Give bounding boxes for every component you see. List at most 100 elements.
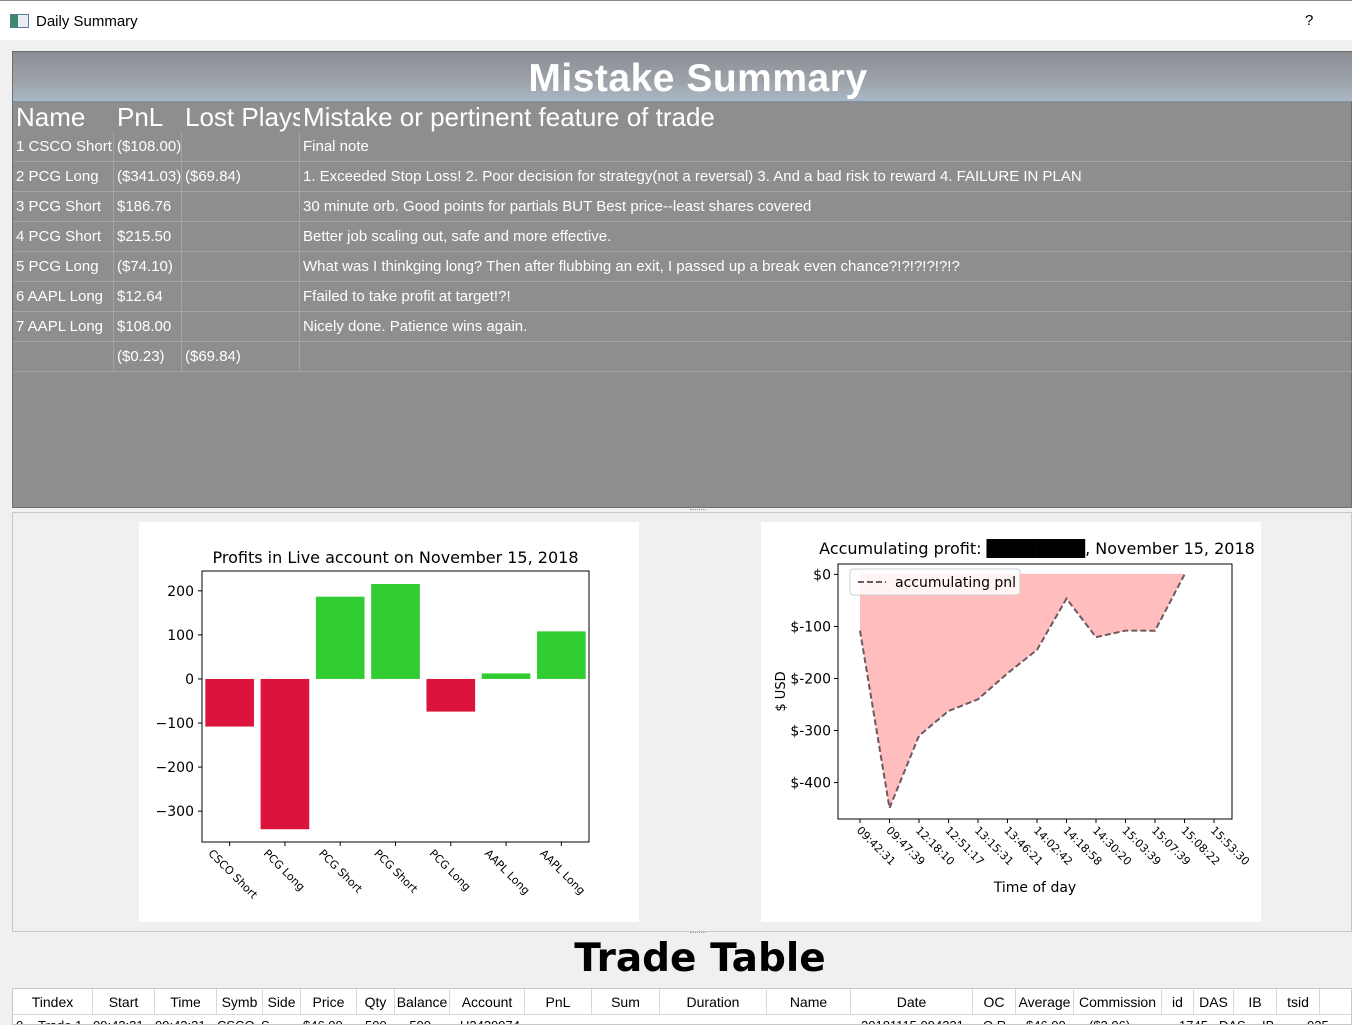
row-pnl-cell[interactable]: ($74.10) — [114, 252, 182, 282]
help-button[interactable]: ? — [1305, 12, 1313, 29]
trade-column-header-symb[interactable]: Symb — [217, 989, 263, 1015]
row-name-cell[interactable]: 3 PCG Short — [13, 192, 114, 222]
row-pnl-cell[interactable]: $108.00 — [114, 312, 182, 342]
trade-cell[interactable]: 09:42:31 — [93, 1019, 144, 1024]
trade-column-header-tsid[interactable]: tsid — [1277, 989, 1320, 1015]
trade-column-header-das[interactable]: DAS — [1194, 989, 1234, 1015]
table-row[interactable]: 4 PCG Short $215.50 Better job scaling out… — [13, 222, 1352, 252]
trade-column-header-side[interactable]: Side — [263, 989, 301, 1015]
row-mistake-cell[interactable]: Nicely done. Patience wins again. — [300, 312, 1352, 342]
row-mistake-cell[interactable]: Final note — [300, 132, 1352, 162]
trade-cell[interactable]: IB — [1262, 1019, 1274, 1024]
row-name-cell[interactable]: 7 AAPL Long — [13, 312, 114, 342]
window-title: Daily Summary — [36, 13, 138, 30]
row-pnl-cell[interactable]: ($108.00) — [114, 132, 182, 162]
trade-column-header-date[interactable]: Date — [851, 989, 973, 1015]
row-name-cell[interactable]: 5 PCG Long — [13, 252, 114, 282]
bar — [260, 678, 310, 830]
trade-column-header-average[interactable]: Average — [1016, 989, 1074, 1015]
row-name-cell[interactable]: 4 PCG Short — [13, 222, 114, 252]
chart-title-prefix: Accumulating profit: — [819, 539, 986, 558]
table-row[interactable]: ($0.23) ($69.84) — [13, 342, 1352, 372]
trade-column-header-duration[interactable]: Duration — [660, 989, 767, 1015]
row-mistake-cell[interactable]: 1. Exceeded Stop Loss! 2. Poor decision … — [300, 162, 1352, 192]
area-fill — [860, 574, 1185, 809]
row-lost-plays-cell[interactable] — [182, 192, 300, 222]
row-pnl-cell[interactable]: $215.50 — [114, 222, 182, 252]
trade-cell[interactable]: 20181115 094231 — [861, 1019, 964, 1024]
trade-column-header-qty[interactable]: Qty — [357, 989, 395, 1015]
trade-cell[interactable]: 1745 — [1179, 1019, 1208, 1024]
row-mistake-cell[interactable]: 30 minute orb. Good points for partials … — [300, 192, 1352, 222]
trade-column-header-sum[interactable]: Sum — [592, 989, 660, 1015]
x-tick-label: PCG Short — [371, 847, 420, 896]
trade-cell[interactable]: Trade 1 — [38, 1019, 82, 1024]
trade-column-header-account[interactable]: Account — [450, 989, 525, 1015]
trade-cell[interactable]: 025 — [1307, 1019, 1329, 1024]
trade-column-header-time[interactable]: Time — [155, 989, 217, 1015]
trade-column-header-start[interactable]: Start — [93, 989, 155, 1015]
y-tick-label: $-100 — [790, 619, 831, 635]
trade-cell[interactable]: O R — [983, 1019, 1006, 1024]
trade-cell[interactable]: CSCO — [217, 1019, 255, 1024]
table-row[interactable]: 5 PCG Long ($74.10) What was I thinkging l… — [13, 252, 1352, 282]
trade-column-header-commission[interactable]: Commission — [1074, 989, 1162, 1015]
row-pnl-cell[interactable]: $186.76 — [114, 192, 182, 222]
trade-column-header-id[interactable]: id — [1162, 989, 1194, 1015]
accumulating-profit-chart: Accumulating profit: ████████, November … — [761, 522, 1261, 922]
table-row[interactable]: 1 CSCO Short ($108.00) Final note — [13, 132, 1352, 162]
table-row[interactable]: 6 AAPL Long $12.64 Ffailed to take profit … — [13, 282, 1352, 312]
row-mistake-cell[interactable]: Ffailed to take profit at target!?! — [300, 282, 1352, 312]
splitter-handle-top[interactable] — [690, 509, 706, 511]
bar — [481, 673, 531, 679]
row-name-cell[interactable]: 2 PCG Long — [13, 162, 114, 192]
trade-column-header-pnl[interactable]: PnL — [525, 989, 592, 1015]
row-name-cell[interactable]: 6 AAPL Long — [13, 282, 114, 312]
table-row[interactable]: 3 PCG Short $186.76 30 minute orb. Good po… — [13, 192, 1352, 222]
trade-cell[interactable]: 0 — [16, 1019, 23, 1024]
trade-cell[interactable]: $46.00 — [1026, 1019, 1066, 1024]
column-header-pnl: PnL — [117, 102, 164, 132]
trade-cell[interactable]: $46.00 — [303, 1019, 343, 1024]
trade-cell[interactable]: ($2.06) — [1089, 1019, 1130, 1024]
trade-column-header-price[interactable]: Price — [301, 989, 357, 1015]
trade-column-header-tindex[interactable]: Tindex — [13, 989, 93, 1015]
mistake-table-header: Name PnL Lost Plays Mistake or pertinent… — [13, 102, 1352, 132]
trade-table-header: Tindex Start Time Symb Side Price Qty Balance Ac… — [13, 989, 1351, 1015]
row-pnl-cell[interactable]: ($341.03) — [114, 162, 182, 192]
table-row[interactable]: 7 AAPL Long $108.00 Nicely done. Patience … — [13, 312, 1352, 342]
row-mistake-cell[interactable]: What was I thinkging long? Then after fl… — [300, 252, 1352, 282]
trade-column-header-oc[interactable]: OC — [973, 989, 1016, 1015]
x-tick-label: PCG Short — [316, 847, 365, 896]
column-header-name: Name — [16, 102, 86, 132]
row-mistake-cell[interactable] — [300, 342, 1352, 372]
row-mistake-cell[interactable]: Better job scaling out, safe and more ef… — [300, 222, 1352, 252]
row-pnl-cell[interactable]: ($0.23) — [114, 342, 182, 372]
trade-column-header-name[interactable]: Name — [767, 989, 851, 1015]
trade-cell[interactable]: 500 — [365, 1019, 387, 1024]
row-lost-plays-cell[interactable] — [182, 312, 300, 342]
row-lost-plays-cell[interactable]: ($69.84) — [182, 342, 300, 372]
app-icon — [10, 14, 29, 28]
trade-cell[interactable]: S — [261, 1019, 270, 1024]
trade-cell[interactable]: U2429974 — [460, 1019, 520, 1024]
row-lost-plays-cell[interactable] — [182, 252, 300, 282]
table-row[interactable]: 2 PCG Long ($341.03) ($69.84) 1. Exceeded S… — [13, 162, 1352, 192]
row-lost-plays-cell[interactable]: ($69.84) — [182, 162, 300, 192]
legend-label: accumulating pnl — [895, 575, 1016, 591]
row-lost-plays-cell[interactable] — [182, 222, 300, 252]
trade-cell[interactable]: -500 — [405, 1019, 431, 1024]
x-axis-label: Time of day — [993, 880, 1076, 896]
row-name-cell[interactable]: 1 CSCO Short — [13, 132, 114, 162]
trade-cell[interactable]: 09:42:31 — [155, 1019, 206, 1024]
row-lost-plays-cell[interactable] — [182, 132, 300, 162]
splitter-handle-bottom[interactable] — [690, 932, 706, 934]
trade-column-header-balance[interactable]: Balance — [395, 989, 450, 1015]
x-tick-label: AAPL Long — [537, 847, 587, 897]
row-lost-plays-cell[interactable] — [182, 282, 300, 312]
row-pnl-cell[interactable]: $12.64 — [114, 282, 182, 312]
trade-column-header-ib[interactable]: IB — [1234, 989, 1277, 1015]
row-name-cell[interactable] — [13, 342, 114, 372]
table-row[interactable]: 0 Trade 1 09:42:31 09:42:31 CSCO S $46.00 500 -5… — [13, 1016, 1351, 1024]
trade-cell[interactable]: DAS — [1219, 1019, 1246, 1024]
